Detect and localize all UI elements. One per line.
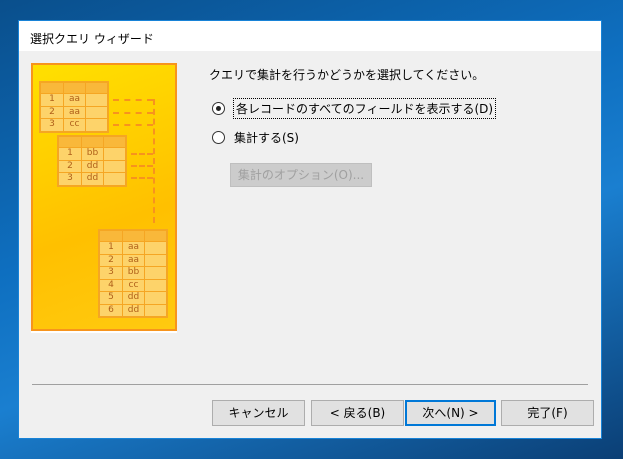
radio-button-selected[interactable] — [212, 102, 225, 115]
cell: 1 — [59, 148, 81, 160]
connector — [113, 99, 153, 101]
connector — [131, 153, 153, 155]
cell: dd — [81, 173, 103, 185]
cell: aa — [63, 106, 85, 118]
select-query-wizard-dialog: 選択クエリ ウィザード 1 aa 2 aa 3 cc 1 bb 2 dd 3 dd 1 aa … — [18, 20, 602, 439]
radio-summarize[interactable]: 集計する(S) — [212, 129, 299, 146]
connector — [153, 99, 155, 223]
cell: aa — [122, 242, 144, 254]
radio-label: 集計する(S) — [234, 131, 299, 145]
cell: 2 — [100, 254, 122, 266]
radio-button[interactable] — [212, 131, 225, 144]
cell: 3 — [41, 119, 63, 131]
cell: cc — [63, 119, 85, 131]
finish-button[interactable]: 完了(F) — [501, 400, 594, 426]
cell: 2 — [59, 160, 81, 172]
illustration: 1 aa 2 aa 3 cc 1 bb 2 dd 3 dd 1 aa 2 aa 3 bb 4 cc … — [31, 63, 177, 331]
next-button[interactable]: 次へ(N) > — [405, 400, 496, 426]
window-title: 選択クエリ ウィザード — [30, 32, 154, 46]
illustration-table-1: 1 aa 2 aa 3 cc — [39, 81, 109, 133]
cell: 3 — [59, 173, 81, 185]
connector — [131, 177, 153, 179]
instruction-text: クエリで集計を行うかどうかを選択してください。 — [209, 68, 485, 82]
cell: 5 — [100, 292, 122, 304]
cell: 3 — [100, 267, 122, 279]
connector — [113, 124, 153, 126]
connector — [113, 112, 153, 114]
title-bar: 選択クエリ ウィザード — [19, 21, 601, 51]
cell: 6 — [100, 304, 122, 316]
connector — [131, 165, 153, 167]
cell: 2 — [41, 106, 63, 118]
radio-show-all-fields[interactable]: 各レコードのすべてのフィールドを表示する(D) — [212, 98, 497, 119]
summary-options-button[interactable]: 集計のオプション(O)... — [230, 163, 372, 187]
radio-label: 各レコードのすべてのフィールドを表示する(D) — [232, 98, 497, 119]
illustration-table-2: 1 bb 2 dd 3 dd — [57, 135, 127, 187]
cell: bb — [122, 267, 144, 279]
cell: aa — [63, 94, 85, 106]
cell: aa — [122, 254, 144, 266]
cell: 1 — [100, 242, 122, 254]
divider — [32, 384, 588, 385]
cell: dd — [122, 304, 144, 316]
illustration-table-3: 1 aa 2 aa 3 bb 4 cc 5 dd 6 dd — [98, 229, 168, 318]
cell: bb — [81, 148, 103, 160]
back-button[interactable]: < 戻る(B) — [311, 400, 404, 426]
cell: cc — [122, 279, 144, 291]
cell: 4 — [100, 279, 122, 291]
cell: dd — [81, 160, 103, 172]
cell: 1 — [41, 94, 63, 106]
cell: dd — [122, 292, 144, 304]
cancel-button[interactable]: キャンセル — [212, 400, 305, 426]
